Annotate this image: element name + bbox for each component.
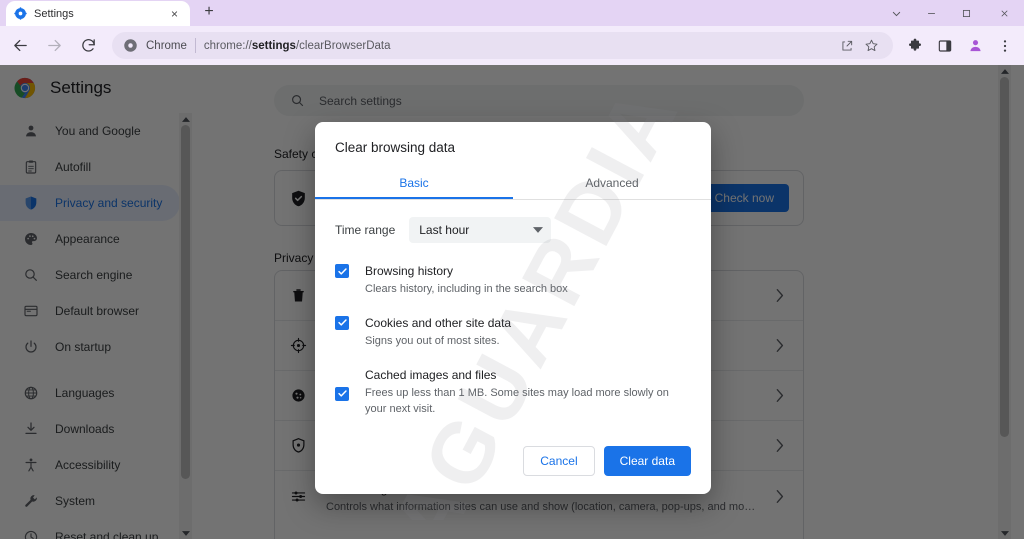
- checkbox-heading: Browsing history: [365, 264, 691, 278]
- browser-window: Settings × +: [0, 0, 1024, 539]
- dialog-actions: Cancel Clear data: [315, 446, 711, 494]
- checkbox-text: Cached images and files Frees up less th…: [365, 368, 691, 418]
- url-suffix: /clearBrowserData: [296, 40, 391, 52]
- checkbox-text: Browsing history Clears history, includi…: [365, 264, 691, 298]
- cancel-button[interactable]: Cancel: [523, 446, 594, 476]
- profile-avatar[interactable]: [961, 32, 989, 60]
- maximize-button[interactable]: [949, 0, 984, 26]
- time-range-value: Last hour: [419, 223, 527, 237]
- dialog-body: Time range Last hour Browsing history Cl…: [315, 200, 711, 446]
- three-dot-menu-icon[interactable]: [991, 32, 1019, 60]
- tab-active-indicator: [315, 197, 513, 199]
- tab-close-icon[interactable]: ×: [167, 6, 182, 21]
- omnibox-chip-label: Chrome: [146, 40, 187, 52]
- tab-search-chevron-down-icon[interactable]: [879, 0, 914, 26]
- url-bold: settings: [252, 40, 296, 52]
- time-range-select[interactable]: Last hour: [409, 217, 551, 243]
- tab-strip: Settings × +: [0, 0, 1024, 26]
- checkbox-sub: Frees up less than 1 MB. Some sites may …: [365, 386, 691, 418]
- close-window-button[interactable]: [984, 0, 1024, 26]
- settings-favicon-icon: [14, 7, 27, 20]
- back-arrow-icon[interactable]: [6, 32, 34, 60]
- checkbox-cookies-and-other-site-data[interactable]: Cookies and other site data Signs you ou…: [335, 316, 691, 350]
- toolbar-right-actions: [899, 32, 1024, 60]
- time-range-label: Time range: [335, 223, 395, 237]
- checkbox-text: Cookies and other site data Signs you ou…: [365, 316, 691, 350]
- url-prefix: chrome://: [204, 40, 252, 52]
- chevron-down-icon: [533, 227, 543, 233]
- chrome-page-icon: [123, 38, 138, 53]
- time-range-row: Time range Last hour: [335, 214, 691, 246]
- tab-basic[interactable]: Basic: [315, 167, 513, 199]
- omnibox-separator: [195, 38, 196, 53]
- checkbox-heading: Cookies and other site data: [365, 316, 691, 330]
- side-panel-icon[interactable]: [931, 32, 959, 60]
- share-icon[interactable]: [836, 35, 858, 57]
- dialog-title: Clear browsing data: [315, 122, 711, 167]
- checkbox-checked-icon[interactable]: [335, 316, 349, 330]
- dialog-tab-bar: Basic Advanced: [315, 167, 711, 200]
- forward-arrow-icon[interactable]: [40, 32, 68, 60]
- new-tab-button[interactable]: +: [196, 0, 222, 25]
- address-bar[interactable]: Chrome chrome://settings/clearBrowserDat…: [112, 32, 893, 59]
- window-controls: [879, 0, 1024, 26]
- checkbox-browsing-history[interactable]: Browsing history Clears history, includi…: [335, 264, 691, 298]
- star-icon[interactable]: [860, 35, 882, 57]
- omnibox-actions: [836, 35, 882, 57]
- minimize-button[interactable]: [914, 0, 949, 26]
- puzzle-icon[interactable]: [901, 32, 929, 60]
- clear-data-button[interactable]: Clear data: [604, 446, 691, 476]
- checkbox-sub: Signs you out of most sites.: [365, 334, 691, 350]
- tab-advanced[interactable]: Advanced: [513, 167, 711, 199]
- checkbox-checked-icon[interactable]: [335, 264, 349, 278]
- checkbox-cached-images-and-files[interactable]: Cached images and files Frees up less th…: [335, 368, 691, 418]
- clear-browsing-data-dialog: Clear browsing data Basic Advanced Time …: [315, 122, 711, 494]
- tab-title: Settings: [34, 8, 160, 20]
- browser-tab-settings[interactable]: Settings ×: [6, 1, 190, 26]
- reload-icon[interactable]: [74, 32, 102, 60]
- checkbox-heading: Cached images and files: [365, 368, 691, 382]
- checkbox-sub: Clears history, including in the search …: [365, 282, 691, 298]
- browser-toolbar: Chrome chrome://settings/clearBrowserDat…: [0, 26, 1024, 65]
- checkbox-checked-icon[interactable]: [335, 387, 349, 401]
- omnibox-url: chrome://settings/clearBrowserData: [204, 40, 828, 52]
